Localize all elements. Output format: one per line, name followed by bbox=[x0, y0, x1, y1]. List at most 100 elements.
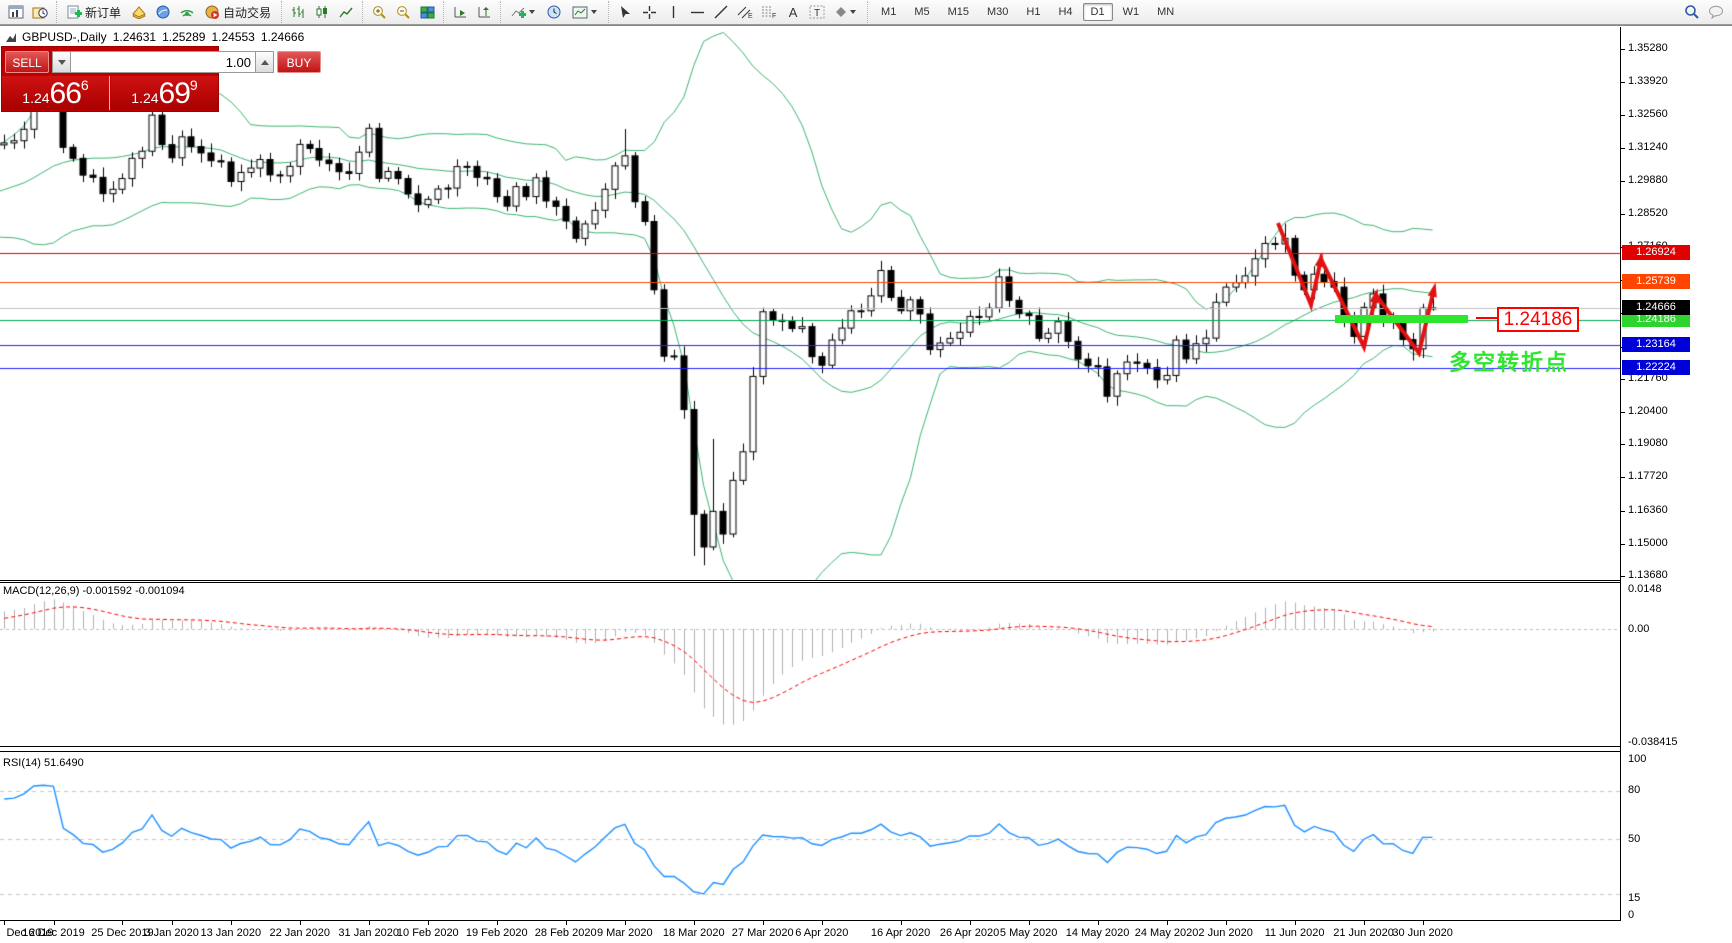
price-axis-tick bbox=[1621, 49, 1625, 50]
line-chart-icon[interactable] bbox=[335, 1, 357, 23]
current-price-badge: 1.24666 bbox=[1622, 299, 1690, 315]
volume-input[interactable] bbox=[71, 51, 255, 73]
horizontal-line-icon[interactable] bbox=[686, 1, 708, 23]
text-label-tool-icon[interactable]: T bbox=[806, 1, 828, 23]
candlestick-chart-icon[interactable] bbox=[311, 1, 333, 23]
volume-stepper bbox=[52, 51, 274, 73]
buy-button[interactable]: BUY bbox=[277, 51, 321, 73]
equidistant-channel-icon[interactable]: E bbox=[734, 1, 756, 23]
autotrading-button[interactable]: 自动交易 bbox=[200, 1, 276, 23]
cursor-icon[interactable] bbox=[614, 1, 636, 23]
date-axis-label: 21 Jun 2020 bbox=[1333, 927, 1394, 939]
one-click-trading-panel: SELL BUY 1.24666 1.24699 bbox=[2, 47, 321, 111]
periods-icon[interactable] bbox=[543, 1, 565, 23]
new-order-button[interactable]: 新订单 bbox=[62, 1, 126, 23]
pane-splitter[interactable] bbox=[0, 746, 1620, 747]
glyph-e: E bbox=[748, 13, 753, 19]
price-axis-label: 1.33920 bbox=[1628, 75, 1668, 88]
sell-price-prefix: 1.24 bbox=[22, 90, 50, 106]
date-axis-tick bbox=[821, 921, 823, 925]
date-axis-tick bbox=[762, 921, 764, 925]
tile-windows-icon[interactable] bbox=[416, 1, 438, 23]
fibonacci-icon[interactable]: F bbox=[758, 1, 780, 23]
volume-increase-button[interactable] bbox=[255, 51, 274, 73]
chat-icon[interactable] bbox=[1705, 1, 1727, 23]
text-tool-icon[interactable]: A bbox=[782, 1, 804, 23]
price-chart-canvas[interactable] bbox=[0, 27, 1620, 581]
date-axis-tick bbox=[1422, 921, 1424, 925]
pane-splitter[interactable] bbox=[0, 920, 1620, 921]
pane-splitter[interactable] bbox=[0, 582, 1620, 583]
signals-icon[interactable] bbox=[176, 1, 198, 23]
macd-pane-canvas[interactable] bbox=[0, 583, 1620, 746]
indicators-add-button[interactable] bbox=[506, 1, 541, 23]
timeframe-button-m1[interactable]: M1 bbox=[873, 3, 904, 21]
timeframe-button-d1[interactable]: D1 bbox=[1082, 3, 1113, 21]
price-axis-label: 1.19080 bbox=[1628, 437, 1668, 450]
vertical-line-icon[interactable] bbox=[662, 1, 684, 23]
date-axis-label: 14 May 2020 bbox=[1065, 927, 1130, 939]
date-axis-tick bbox=[496, 921, 498, 925]
chart-ohlc-header: GBPUSD-,Daily 1.24631 1.25289 1.24553 1.… bbox=[6, 30, 304, 44]
timeframe-button-h1[interactable]: H1 bbox=[1018, 3, 1048, 21]
price-axis-label: 1.29880 bbox=[1628, 173, 1668, 186]
autotrading-icon bbox=[205, 5, 220, 19]
chart-window: GBPUSD-,Daily 1.24631 1.25289 1.24553 1.… bbox=[0, 25, 1732, 943]
templates-icon bbox=[572, 6, 588, 18]
toolbar-group-zoom bbox=[362, 1, 443, 23]
sell-price-pip: 6 bbox=[80, 77, 89, 93]
turning-point-annotation[interactable]: 多空转折点 bbox=[1449, 345, 1569, 377]
date-axis-tick bbox=[4, 921, 6, 925]
date-axis-tick bbox=[1363, 921, 1365, 925]
sell-price-display[interactable]: 1.24 66 6 bbox=[2, 76, 110, 110]
auto-scroll-icon[interactable] bbox=[449, 1, 471, 23]
support-zone-bar[interactable] bbox=[1335, 315, 1468, 323]
search-icon[interactable] bbox=[1681, 1, 1703, 23]
sell-button[interactable]: SELL bbox=[5, 51, 49, 73]
date-axis-label: 13 Jan 2020 bbox=[200, 927, 262, 939]
rsi-axis-label: 80 bbox=[1628, 784, 1641, 796]
price-axis-tick bbox=[1621, 576, 1625, 577]
timeframe-button-mn[interactable]: MN bbox=[1149, 3, 1182, 21]
low-value: 1.24553 bbox=[211, 30, 255, 44]
open-value: 1.24631 bbox=[112, 30, 157, 44]
date-axis-label: 22 Jan 2020 bbox=[269, 927, 331, 939]
pane-splitter[interactable] bbox=[0, 751, 1620, 752]
profiles-icon[interactable] bbox=[29, 1, 51, 23]
date-axis-tick bbox=[693, 921, 695, 925]
timeframe-button-m5[interactable]: M5 bbox=[906, 3, 937, 21]
date-axis-label: 26 Apr 2020 bbox=[939, 927, 1000, 939]
templates-button[interactable] bbox=[567, 1, 603, 23]
market-watch-icon[interactable] bbox=[128, 1, 150, 23]
price-axis-label: 1.17720 bbox=[1628, 470, 1668, 483]
pane-splitter[interactable] bbox=[0, 580, 1620, 581]
price-axis-tick bbox=[1621, 444, 1625, 446]
timeframe-button-m30[interactable]: M30 bbox=[979, 3, 1016, 21]
key-level-price-label[interactable]: 1.24186 bbox=[1497, 307, 1579, 332]
toolbar-group-trade: 新订单 自动交易 bbox=[56, 1, 281, 23]
zoom-in-icon[interactable] bbox=[368, 1, 390, 23]
date-axis-label: 16 Apr 2020 bbox=[870, 927, 931, 939]
new-chart-icon[interactable] bbox=[5, 1, 27, 23]
buy-price-prefix: 1.24 bbox=[131, 90, 159, 106]
timeframe-button-w1[interactable]: W1 bbox=[1115, 3, 1148, 21]
date-axis-label: 30 Jun 2020 bbox=[1392, 927, 1453, 939]
date-axis-label: 18 Mar 2020 bbox=[662, 927, 725, 939]
shapes-tool-button[interactable] bbox=[830, 1, 862, 23]
chart-shift-icon[interactable] bbox=[473, 1, 495, 23]
buy-price-display[interactable]: 1.24 69 9 bbox=[111, 76, 218, 110]
price-axis-label: 1.13680 bbox=[1628, 569, 1668, 581]
timeframe-button-h4[interactable]: H4 bbox=[1050, 3, 1080, 21]
bar-chart-icon[interactable] bbox=[287, 1, 309, 23]
crosshair-icon[interactable] bbox=[638, 1, 660, 23]
volume-decrease-button[interactable] bbox=[52, 51, 71, 73]
toolbar-group-scroll bbox=[443, 1, 500, 23]
rsi-pane-canvas[interactable] bbox=[0, 752, 1620, 920]
zoom-out-icon[interactable] bbox=[392, 1, 414, 23]
price-axis-tick bbox=[1621, 543, 1625, 545]
timeframe-toolbar: M1 M5 M15 M30 H1 H4 D1 W1 MN bbox=[867, 1, 1187, 23]
trendline-icon[interactable] bbox=[710, 1, 732, 23]
navigator-icon[interactable] bbox=[152, 1, 174, 23]
buy-price-pip: 9 bbox=[189, 77, 198, 93]
timeframe-button-m15[interactable]: M15 bbox=[940, 3, 977, 21]
